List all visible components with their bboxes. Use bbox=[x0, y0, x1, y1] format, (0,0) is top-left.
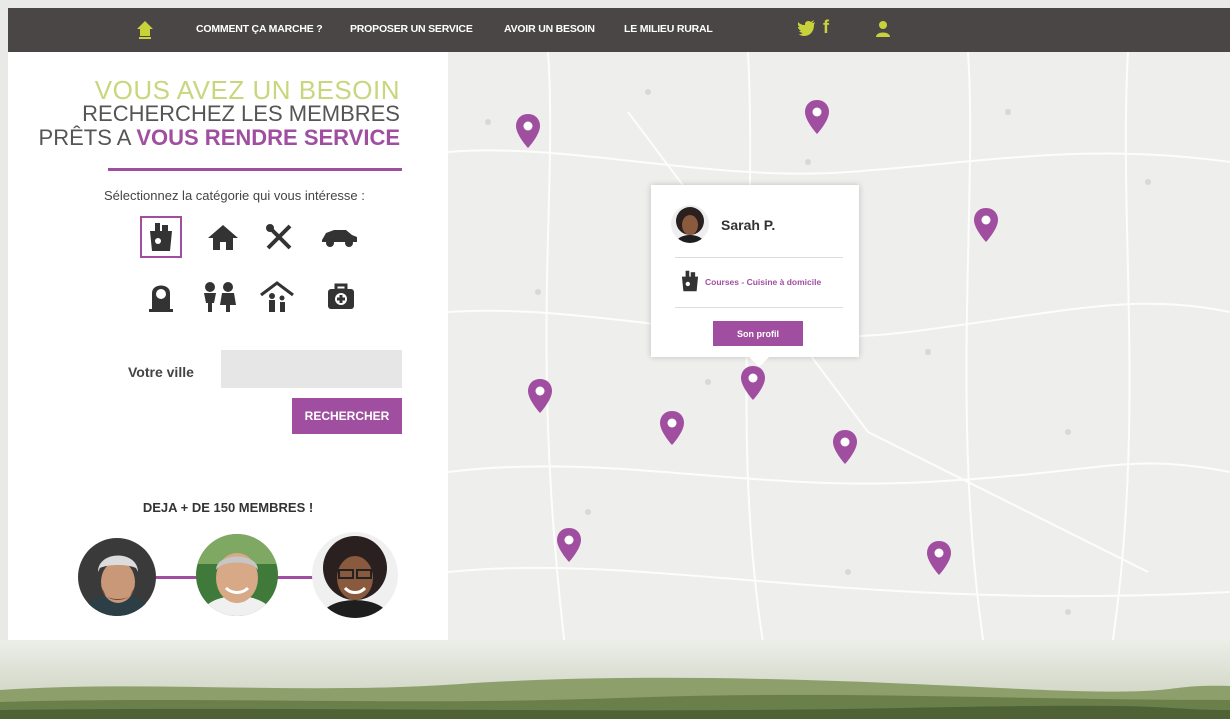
house-icon bbox=[208, 225, 238, 250]
category-family-home[interactable] bbox=[256, 276, 298, 318]
city-input[interactable] bbox=[221, 350, 402, 388]
title-line-3: PRÊTS A VOUS RENDRE SERVICE bbox=[39, 126, 400, 150]
members-count: DEJA + DE 150 MEMBRES ! bbox=[142, 500, 314, 515]
nav-offer-service[interactable]: PROPOSER UN SERVICE bbox=[350, 23, 473, 35]
map-roads bbox=[448, 52, 1230, 672]
nav-how-it-works[interactable]: COMMENT ÇA MARCHE ? bbox=[196, 23, 323, 35]
divider bbox=[675, 257, 843, 258]
category-tools[interactable] bbox=[258, 216, 300, 258]
title-line-1: VOUS AVEZ UN BESOIN bbox=[94, 75, 400, 105]
category-courses[interactable] bbox=[140, 216, 182, 258]
car-icon bbox=[322, 230, 357, 247]
nav-rural[interactable]: LE MILIEU RURAL bbox=[624, 23, 713, 35]
twitter-icon[interactable] bbox=[798, 20, 816, 36]
avatar bbox=[312, 532, 398, 618]
facebook-icon[interactable]: f bbox=[823, 17, 829, 38]
category-car[interactable] bbox=[318, 216, 360, 258]
title-line-3-prefix: PRÊTS A bbox=[38, 125, 137, 150]
map-pin-icon[interactable] bbox=[804, 99, 830, 135]
map-pin-icon[interactable] bbox=[527, 378, 553, 414]
avatar bbox=[196, 534, 278, 616]
top-nav: COMMENT ÇA MARCHE ? PROPOSER UN SERVICE … bbox=[8, 8, 1230, 52]
popup-member-name: Sarah P. bbox=[721, 217, 776, 233]
map[interactable] bbox=[448, 52, 1230, 672]
divider bbox=[675, 307, 843, 308]
page-title: VOUS AVEZ UN BESOIN RECHERCHEZ LES MEMBR… bbox=[39, 75, 400, 150]
avatar bbox=[671, 205, 709, 243]
profile-button[interactable]: Son profil bbox=[713, 321, 803, 346]
courses-icon bbox=[681, 270, 699, 292]
title-divider bbox=[108, 168, 402, 171]
city-label: Votre ville bbox=[128, 364, 194, 380]
search-button[interactable]: RECHERCHER bbox=[292, 398, 402, 434]
family-home-icon bbox=[260, 281, 294, 312]
children-icon bbox=[204, 282, 236, 312]
nav-need[interactable]: AVOIR UN BESOIN bbox=[504, 23, 595, 35]
map-pin-icon[interactable] bbox=[926, 540, 952, 576]
category-children[interactable] bbox=[198, 276, 240, 318]
search-panel: VOUS AVEZ UN BESOIN RECHERCHEZ LES MEMBR… bbox=[8, 52, 448, 652]
category-senior[interactable] bbox=[140, 276, 182, 318]
home-icon[interactable] bbox=[136, 20, 154, 40]
medical-icon bbox=[328, 283, 354, 309]
category-home[interactable] bbox=[202, 216, 244, 258]
title-line-2: RECHERCHEZ LES MEMBRES bbox=[82, 101, 400, 126]
map-pin-icon[interactable] bbox=[740, 365, 766, 401]
map-pin-icon[interactable] bbox=[556, 527, 582, 563]
tools-icon bbox=[266, 224, 292, 250]
map-pin-icon[interactable] bbox=[659, 410, 685, 446]
map-pin-icon[interactable] bbox=[832, 429, 858, 465]
courses-icon bbox=[150, 223, 172, 251]
category-label: Sélectionnez la catégorie qui vous intér… bbox=[104, 188, 365, 203]
avatar bbox=[78, 538, 156, 616]
senior-icon bbox=[149, 285, 173, 312]
user-icon[interactable] bbox=[876, 20, 890, 38]
popup-service: Courses - Cuisine à domicile bbox=[705, 277, 822, 287]
title-line-3-bold: VOUS RENDRE SERVICE bbox=[136, 125, 400, 150]
map-pin-icon[interactable] bbox=[973, 207, 999, 243]
member-popup: Sarah P. Courses - Cuisine à domicile So… bbox=[651, 185, 859, 367]
category-medical[interactable] bbox=[320, 276, 362, 318]
map-pin-icon[interactable] bbox=[515, 113, 541, 149]
landscape-banner bbox=[0, 640, 1230, 719]
